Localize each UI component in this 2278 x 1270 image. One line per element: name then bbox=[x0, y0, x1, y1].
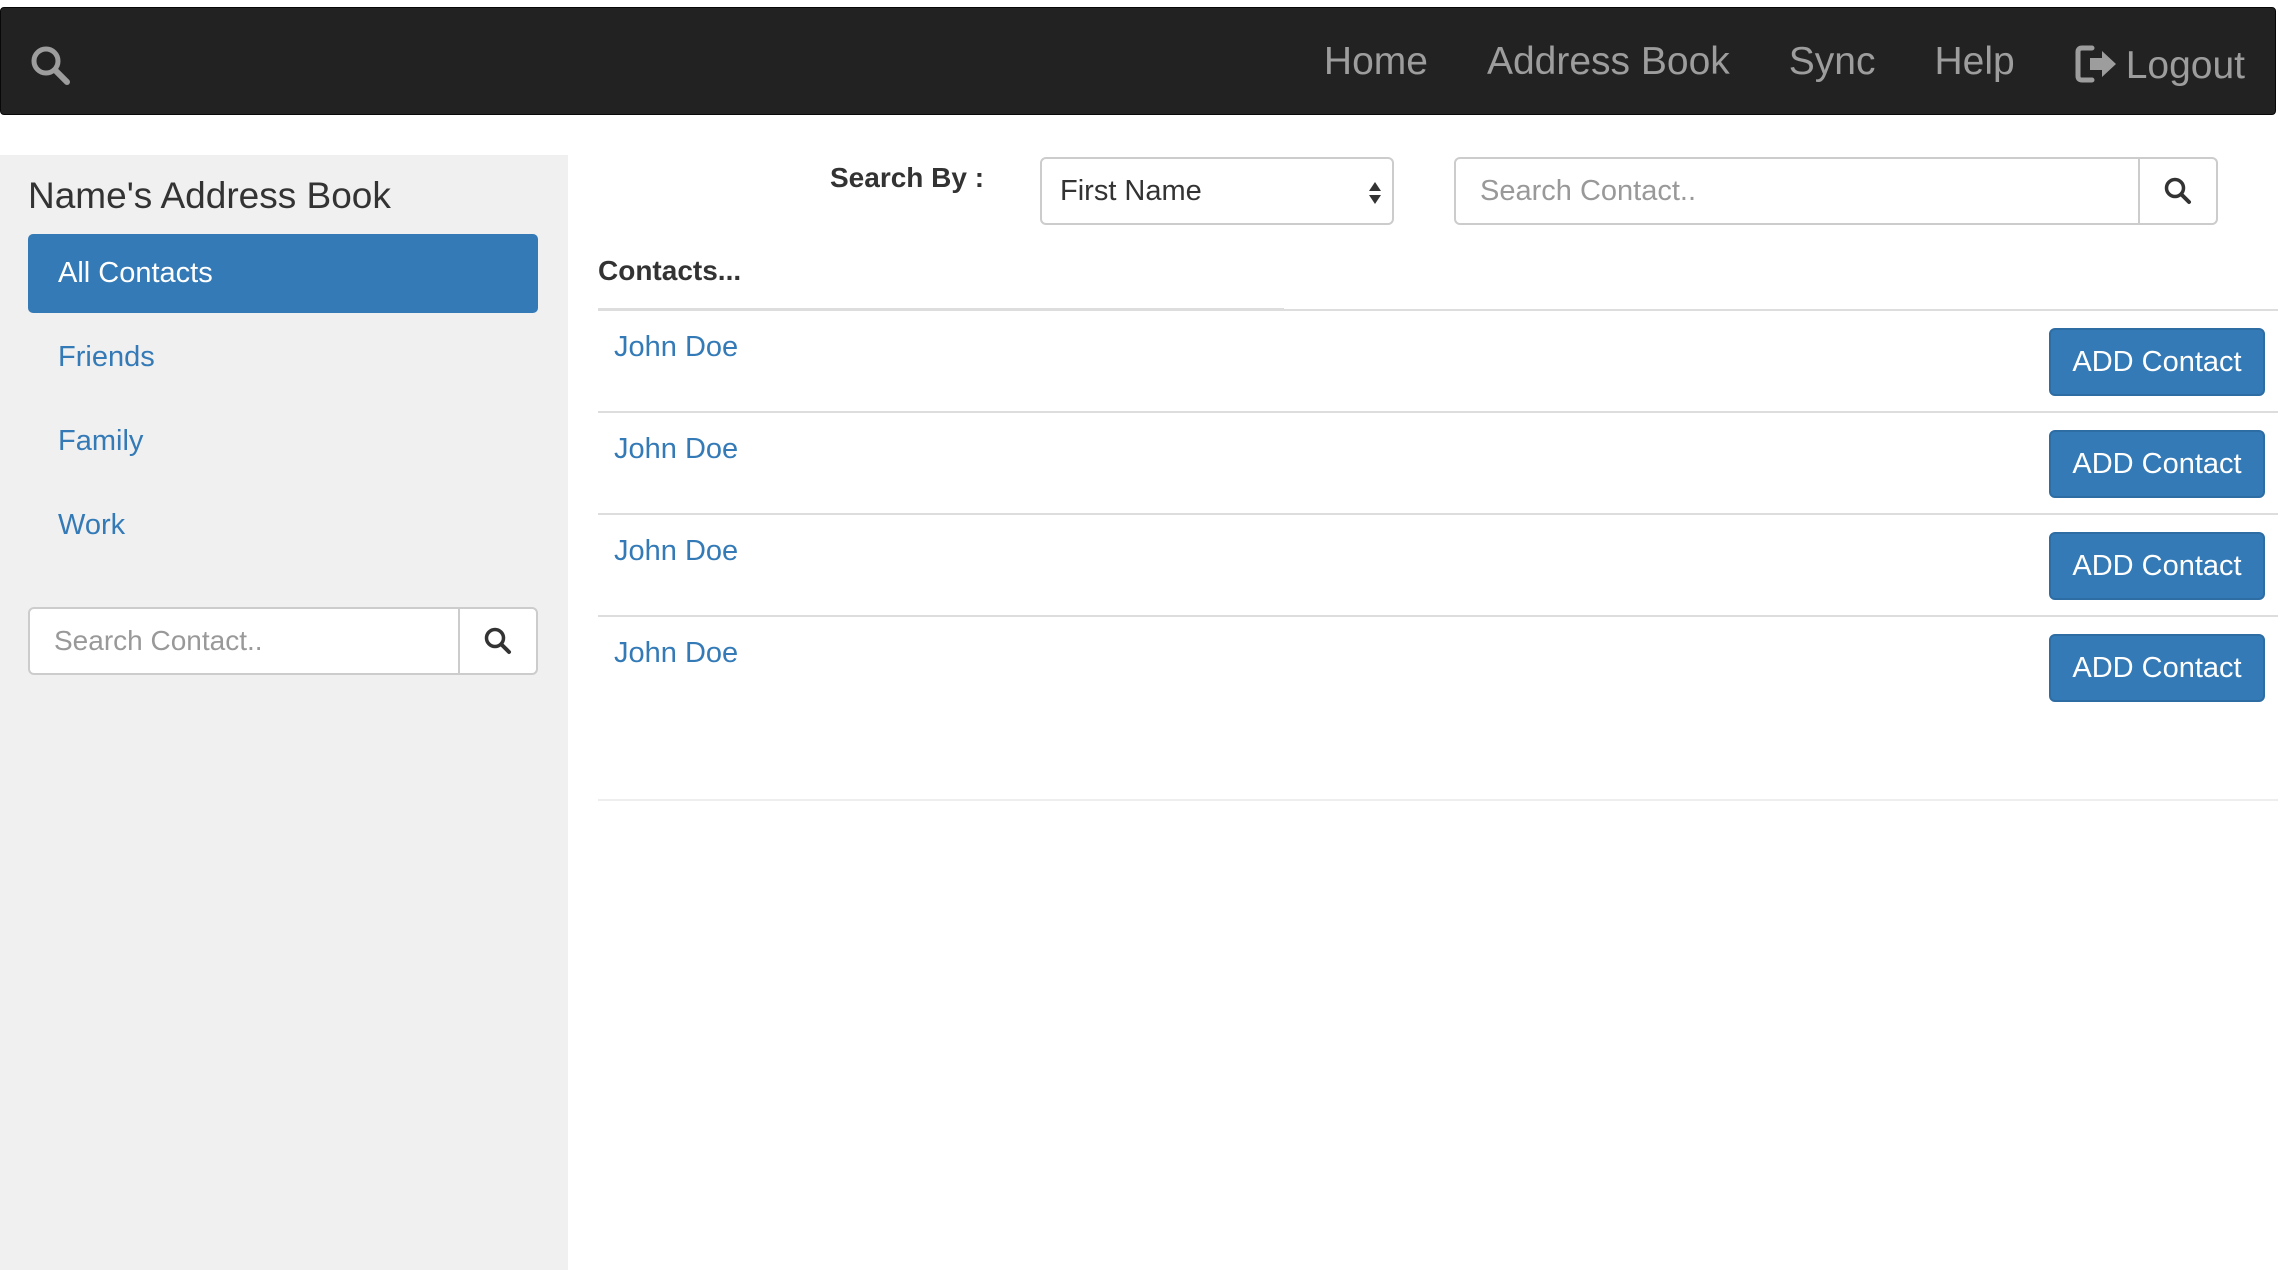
sidebar-item-friends[interactable]: Friends bbox=[28, 318, 538, 397]
main-search-group bbox=[1454, 157, 2218, 225]
contact-row: John Doe ADD Contact bbox=[598, 311, 2278, 413]
logout-label: Logout bbox=[2125, 44, 2245, 87]
sidebar-item-label: Friends bbox=[58, 341, 155, 373]
sidebar-search-button[interactable] bbox=[458, 609, 536, 673]
main-search-button[interactable] bbox=[2138, 159, 2216, 223]
sidebar-item-all-contacts[interactable]: All Contacts bbox=[28, 234, 538, 313]
main-search-input[interactable] bbox=[1456, 159, 2138, 223]
search-icon bbox=[2164, 177, 2191, 204]
sidebar-item-work[interactable]: Work bbox=[28, 486, 538, 565]
sidebar-item-label: Work bbox=[58, 509, 126, 541]
sidebar-title: Name's Address Book bbox=[28, 175, 391, 216]
sidebar: Name's Address Book All Contacts Friends… bbox=[0, 155, 568, 1270]
contact-row: John Doe ADD Contact bbox=[598, 413, 2278, 515]
select-arrows-icon bbox=[1369, 182, 1381, 204]
sidebar-item-family[interactable]: Family bbox=[28, 402, 538, 481]
add-contact-button[interactable]: ADD Contact bbox=[2049, 532, 2265, 600]
nav-address-book-link[interactable]: Address Book bbox=[1487, 40, 1730, 84]
add-contact-button[interactable]: ADD Contact bbox=[2049, 634, 2265, 702]
search-by-selected-value: First Name bbox=[1060, 174, 1202, 207]
sidebar-item-label: All Contacts bbox=[58, 257, 213, 289]
contact-name-link[interactable]: John Doe bbox=[614, 637, 738, 670]
sidebar-item-label: Family bbox=[58, 425, 144, 457]
search-by-select[interactable]: First Name bbox=[1040, 157, 1394, 225]
contact-row: John Doe ADD Contact bbox=[598, 515, 2278, 617]
nav-home-link[interactable]: Home bbox=[1324, 40, 1428, 84]
main-content: Search By : First Name Contacts... John … bbox=[568, 115, 2278, 1270]
logout-icon bbox=[2075, 45, 2116, 83]
contact-row: John Doe ADD Contact bbox=[598, 617, 2278, 719]
nav-links: Home Address Book Sync Help Logout bbox=[1265, 8, 2245, 116]
contact-name-link[interactable]: John Doe bbox=[614, 535, 738, 568]
contacts-bottom-divider bbox=[598, 799, 2278, 801]
search-icon bbox=[484, 627, 511, 654]
add-contact-button[interactable]: ADD Contact bbox=[2049, 328, 2265, 396]
contact-name-link[interactable]: John Doe bbox=[614, 433, 738, 466]
search-icon[interactable] bbox=[29, 44, 73, 88]
logout-link[interactable]: Logout bbox=[2074, 36, 2245, 88]
sidebar-search-input[interactable] bbox=[30, 609, 458, 673]
contacts-header: Contacts... bbox=[598, 255, 742, 286]
contact-name-link[interactable]: John Doe bbox=[614, 331, 738, 364]
top-navbar: Home Address Book Sync Help Logout bbox=[0, 7, 2276, 115]
sidebar-search-group bbox=[28, 607, 538, 675]
add-contact-button[interactable]: ADD Contact bbox=[2049, 430, 2265, 498]
search-by-label: Search By : bbox=[830, 162, 985, 193]
nav-help-link[interactable]: Help bbox=[1934, 40, 2014, 84]
nav-sync-link[interactable]: Sync bbox=[1789, 40, 1876, 84]
